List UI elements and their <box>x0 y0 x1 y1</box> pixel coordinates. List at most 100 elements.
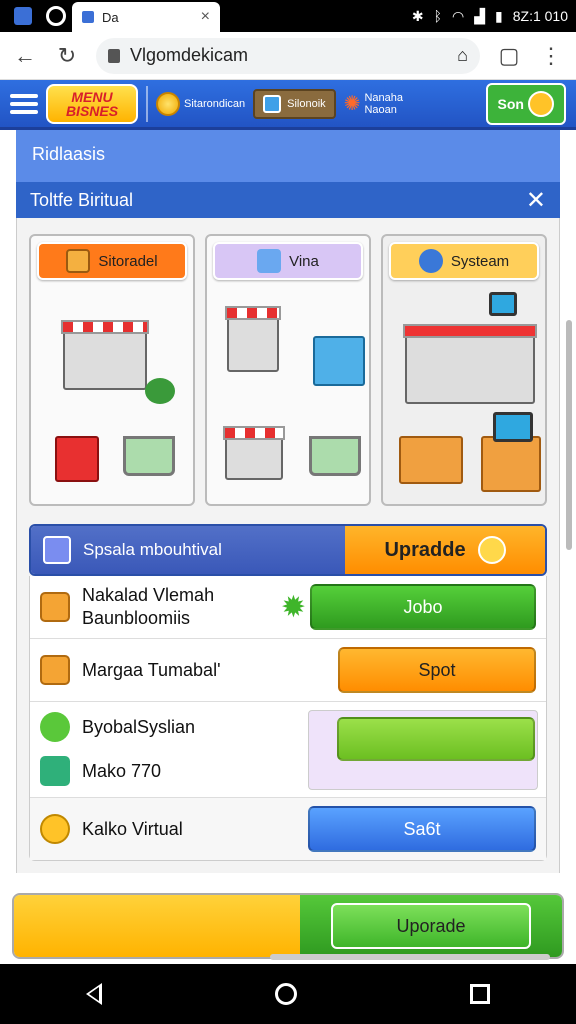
kiosk <box>225 306 281 372</box>
bluetooth-icon: ᛒ <box>433 8 443 24</box>
menu-icon[interactable] <box>10 93 38 114</box>
more-menu-icon[interactable]: ⋮ <box>538 43 564 69</box>
browser-tab[interactable]: Da × <box>72 2 220 32</box>
box-icon <box>40 592 70 622</box>
battery-icon: ▮ <box>495 7 503 24</box>
box-icon <box>40 655 70 685</box>
coin-icon <box>528 90 554 117</box>
bottom-upgrade-button[interactable]: Uporade <box>331 903 531 949</box>
panel-title: Toltfe Biritual <box>30 189 134 210</box>
gear-icon: ✹ <box>280 590 306 624</box>
upgrade-button[interactable]: Upradde <box>345 526 545 574</box>
app-header: MENU BISNES Sitarondican Silonoik ✺ Nana… <box>0 80 576 130</box>
price-screen <box>493 412 533 442</box>
stall-icon <box>55 436 99 482</box>
horizontal-scrollbar[interactable] <box>270 954 550 960</box>
bottom-left-button[interactable] <box>14 895 300 957</box>
nav-item-2[interactable]: Silonoik <box>253 88 336 119</box>
address-bar[interactable]: Vlgomdekicam ⌂ <box>96 37 480 74</box>
box-icon <box>66 249 91 273</box>
row-1-label-1: Nakalad Vlemah <box>82 585 215 605</box>
vertical-scrollbar[interactable] <box>566 320 572 550</box>
supermarket <box>403 324 537 404</box>
row-2-button[interactable]: Spot <box>338 647 536 693</box>
category-card-3[interactable]: Systeam <box>381 234 547 506</box>
wand-icon <box>43 536 71 564</box>
close-tab-icon[interactable]: × <box>201 8 210 26</box>
tabs-icon[interactable]: ▢ <box>496 43 522 69</box>
row-3-label-1: ByobalSyslian <box>82 716 196 737</box>
row-4-button-label: Sa6t <box>403 818 441 839</box>
system-illustration <box>389 286 541 498</box>
market-stall <box>223 426 285 480</box>
signal-icon: ▟ <box>474 7 486 24</box>
coin-icon <box>40 814 70 844</box>
bottom-upgrade-label: Uporade <box>396 915 466 936</box>
row-1-label-2: Baunbloomiis <box>82 608 191 628</box>
list-item: Kalko Virtual Sa6t <box>30 798 546 860</box>
upgrade-list: Nakalad Vlemah Baunbloomiis ✹ Jobo Marga… <box>29 576 547 861</box>
row-1-button-label: Jobo <box>403 596 443 617</box>
status-bar: Da × ✱ ᛒ ◠ ▟ ▮ 8Z:1 010 <box>0 0 576 32</box>
globe-icon <box>418 249 443 273</box>
row-3-button[interactable] <box>337 717 535 761</box>
logo-line1: MENU <box>71 88 113 105</box>
cart-icon <box>123 436 175 476</box>
row-4-button[interactable]: Sa6t <box>308 806 536 852</box>
row-3-label-2: Mako 770 <box>82 760 162 781</box>
wifi-icon: ◠ <box>452 7 465 24</box>
category-cards: Sitoradel Vina Systeam <box>29 234 547 506</box>
nav-item-3-line1: Nanaha <box>364 91 403 104</box>
back-icon[interactable]: ← <box>12 43 38 69</box>
bottom-action-bar: Uporade <box>12 893 564 959</box>
row-3-panel <box>308 710 538 790</box>
card-header-2[interactable]: Vina <box>213 242 363 280</box>
header-cta-label: Son <box>497 95 524 112</box>
bottom-right-panel: Uporade <box>300 895 562 957</box>
breadcrumb: Ridlaasis <box>16 130 560 182</box>
row-2-button-label: Spot <box>418 659 456 680</box>
category-card-1[interactable]: Sitoradel <box>29 234 195 506</box>
row-1-button[interactable]: Jobo <box>310 584 536 630</box>
plant-icon <box>145 378 175 404</box>
leaf-icon <box>40 712 70 742</box>
list-item: Nakalad Vlemah Baunbloomiis ✹ Jobo <box>30 576 546 639</box>
card-header-3[interactable]: Systeam <box>389 242 539 280</box>
produce-crate <box>313 336 365 386</box>
home-icon[interactable]: ⌂ <box>457 45 468 66</box>
card-label-2: Vina <box>289 252 319 270</box>
card-header-1[interactable]: Sitoradel <box>37 242 187 280</box>
shelf <box>481 436 541 492</box>
app-icon <box>14 7 32 25</box>
upgrade-title: Spsala mbouhtival <box>83 540 222 559</box>
back-nav-icon[interactable] <box>86 983 103 1005</box>
upgrade-button-label: Upradde <box>384 538 466 561</box>
close-icon[interactable]: ✕ <box>526 186 546 215</box>
nav-item-3[interactable]: ✺ Nanaha Naoan <box>344 91 403 116</box>
sync-icon <box>46 6 66 26</box>
market-illustration <box>213 286 365 498</box>
tab-title: Da <box>102 9 119 25</box>
divider <box>146 85 148 122</box>
list-item: Margaa Tumabal' Spot <box>30 639 546 702</box>
upgrade-title-bar: Spsala mbouhtival <box>31 526 345 574</box>
nav-item-3-line2: Naoan <box>364 103 397 116</box>
lock-icon <box>108 48 120 63</box>
store-illustration <box>37 286 187 498</box>
cart-icon <box>309 436 361 476</box>
home-nav-icon[interactable] <box>274 983 297 1005</box>
recents-nav-icon[interactable] <box>469 984 490 1004</box>
clock: 8Z:1 010 <box>512 8 568 24</box>
logo: MENU BISNES <box>46 83 138 124</box>
notification-icon: ✱ <box>411 7 424 24</box>
coin-icon <box>156 91 180 116</box>
browser-toolbar: ← ↻ Vlgomdekicam ⌂ ▢ ⋮ <box>0 32 576 80</box>
panel-title-bar: Toltfe Biritual ✕ <box>16 182 560 218</box>
reload-icon[interactable]: ↻ <box>54 43 80 69</box>
header-cta-button[interactable]: Son <box>485 82 566 125</box>
nav-item-1[interactable]: Sitarondican <box>156 91 245 116</box>
system-nav-bar <box>0 964 576 1024</box>
status-icons: ✱ ᛒ ◠ ▟ ▮ 8Z:1 010 <box>412 8 568 25</box>
logo-line2: BISNES <box>65 102 119 119</box>
category-card-2[interactable]: Vina <box>205 234 371 506</box>
